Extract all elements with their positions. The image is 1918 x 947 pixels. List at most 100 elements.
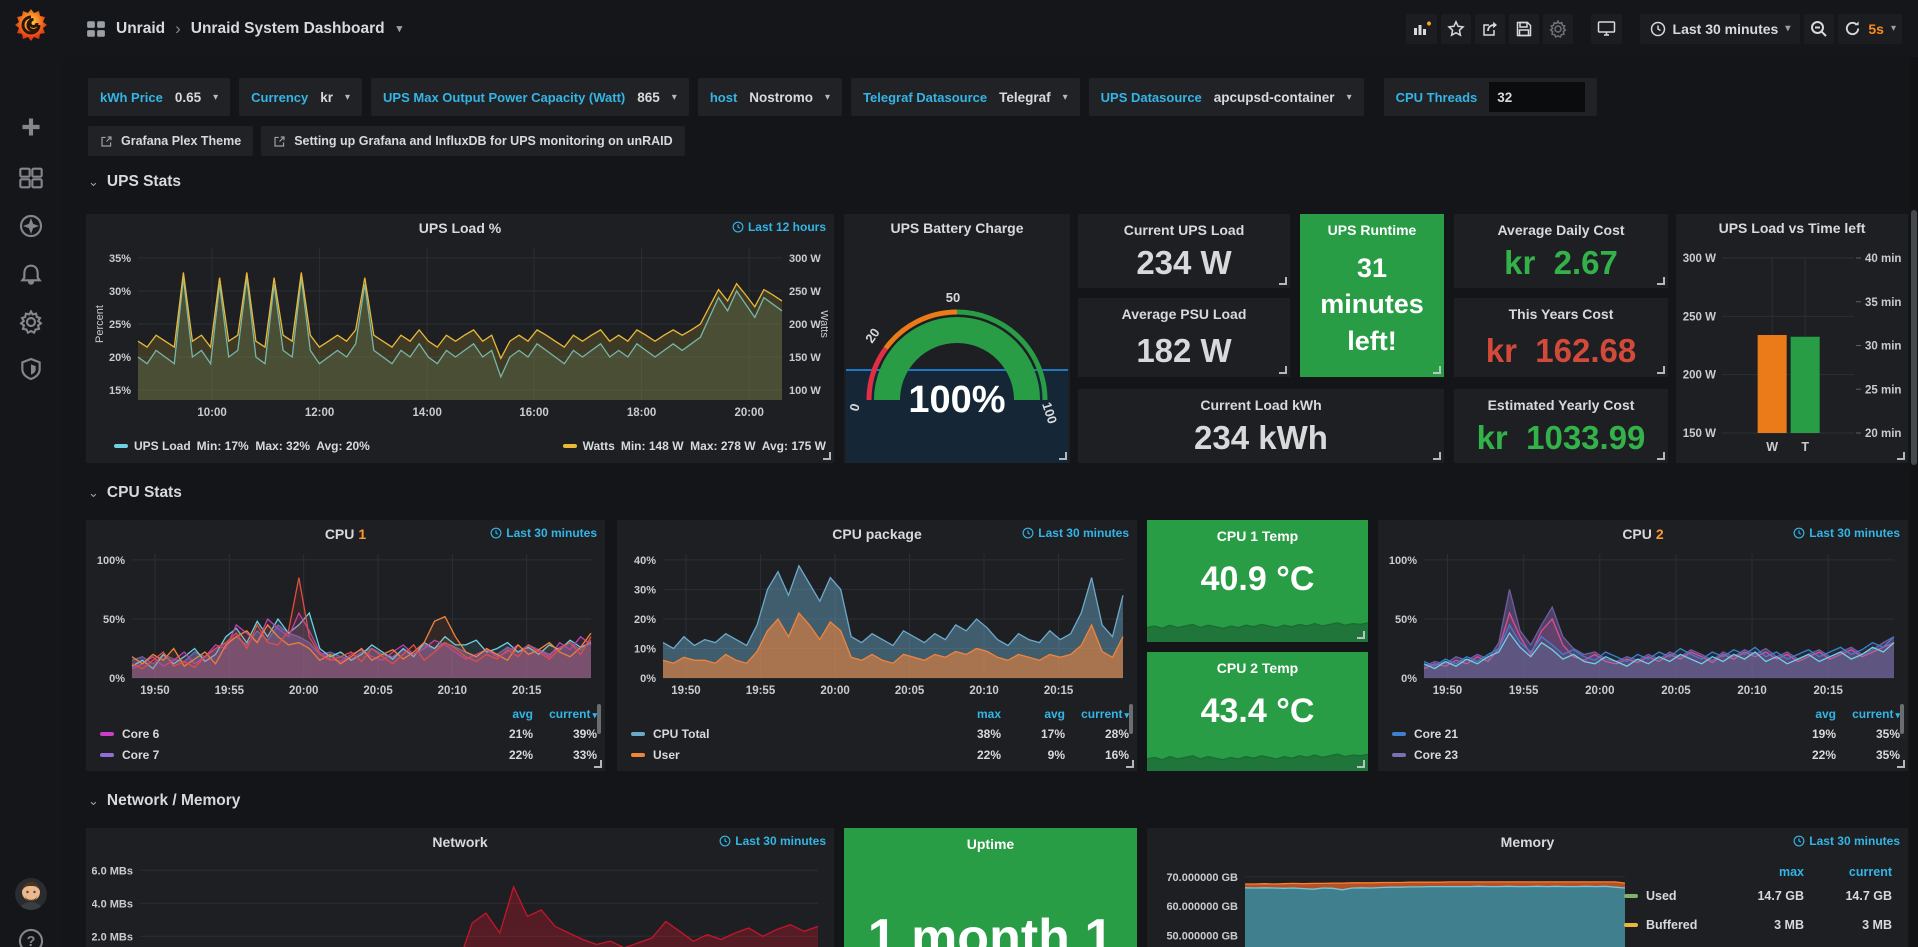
breadcrumb-current[interactable]: Unraid System Dashboard <box>191 20 385 38</box>
legend-item-ups-load[interactable]: UPS Load Min: 17% Max: 32% Avg: 20% <box>114 439 370 453</box>
dashboards-icon[interactable] <box>17 164 45 192</box>
svg-text:250 W: 250 W <box>1683 311 1716 323</box>
panel-title[interactable]: Average PSU Load <box>1078 298 1290 324</box>
legend-item-watts[interactable]: Watts Min: 148 W Max: 278 W Avg: 175 W <box>563 439 826 453</box>
legend-header-max[interactable]: max <box>1716 865 1804 879</box>
panel-time-override[interactable]: Last 12 hours <box>732 220 826 234</box>
section-ups-stats[interactable]: ⌄ UPS Stats <box>88 173 181 191</box>
panel-time-override[interactable]: Last 30 minutes <box>1793 834 1900 848</box>
legend-series[interactable]: CPU Total <box>631 727 937 741</box>
cpu-threads-input[interactable] <box>1489 82 1585 112</box>
clock-icon <box>490 527 502 539</box>
refresh-interval-label[interactable]: 5s <box>1868 21 1884 37</box>
panel-title[interactable]: UPS Load vs Time left <box>1676 214 1908 242</box>
panel-title[interactable]: CPU 1 Temp <box>1147 520 1368 546</box>
link-ups-monitoring-guide[interactable]: Setting up Grafana and InfluxDB for UPS … <box>261 126 684 156</box>
user-avatar[interactable] <box>15 878 47 910</box>
legend-series[interactable]: Core 6 <box>100 727 469 741</box>
panel-title[interactable]: Uptime <box>844 828 1137 854</box>
legend-header-current[interactable]: current▾ <box>1836 707 1900 721</box>
page-scrollbar-thumb[interactable] <box>1911 210 1917 465</box>
legend-scrollbar[interactable] <box>1900 704 1904 734</box>
gauge-tick-20: 20 <box>862 325 883 345</box>
legend-series[interactable]: Core 21 <box>1392 727 1772 741</box>
panel-time-override[interactable]: Last 30 minutes <box>1022 526 1129 540</box>
cpu-package-chart[interactable]: 0%10%20%30%40%19:5019:5520:0020:0520:102… <box>623 548 1131 698</box>
legend-scrollbar[interactable] <box>1129 704 1133 734</box>
legend-header-current[interactable]: current▾ <box>533 707 597 721</box>
link-grafana-plex-theme[interactable]: Grafana Plex Theme <box>88 126 253 156</box>
svg-text:20:05: 20:05 <box>895 685 925 697</box>
grafana-logo-icon[interactable] <box>12 6 50 44</box>
variable-currency[interactable]: Currency kr ▾ <box>239 78 362 116</box>
panel-title[interactable]: Estimated Yearly Cost <box>1454 389 1668 415</box>
svg-text:19:50: 19:50 <box>1433 685 1462 697</box>
legend-series[interactable]: Buffered <box>1624 918 1716 932</box>
refresh-caret-icon[interactable]: ▾ <box>1891 23 1896 34</box>
legend-header-current[interactable]: current▾ <box>1065 707 1129 721</box>
legend-header-max[interactable]: max <box>937 707 1001 721</box>
help-icon[interactable]: ? <box>17 927 45 947</box>
stat-value: 1 month 1 <box>844 908 1137 947</box>
configuration-gear-icon[interactable] <box>17 308 45 336</box>
server-admin-shield-icon[interactable] <box>17 355 45 383</box>
ups-load-chart[interactable]: 15%20%25%30%35%100 W150 W200 W250 W300 W… <box>92 242 828 420</box>
variable-ups-max-watt[interactable]: UPS Max Output Power Capacity (Watt) 865… <box>371 78 689 116</box>
svg-text:19:50: 19:50 <box>671 685 700 697</box>
ups-vs-time-chart[interactable]: 150 W200 W250 W300 W20 min25 min30 min35… <box>1676 242 1908 463</box>
panel-cpu1-temp: CPU 1 Temp 40.9 °C <box>1147 520 1368 642</box>
legend-value: 17% <box>1001 727 1065 741</box>
legend-series[interactable]: Used <box>1624 889 1716 903</box>
alerting-bell-icon[interactable] <box>17 261 45 289</box>
panel-title[interactable]: Average Daily Cost <box>1454 214 1668 240</box>
legend-series[interactable]: Core 23 <box>1392 748 1772 762</box>
legend-header-avg[interactable]: avg <box>1772 707 1836 721</box>
dashboard-caret-icon[interactable]: ▾ <box>397 22 403 35</box>
legend-scrollbar[interactable] <box>597 704 601 734</box>
panel-title[interactable]: UPS Load % <box>86 214 834 242</box>
star-button[interactable] <box>1441 14 1471 44</box>
legend-series[interactable]: User <box>631 748 937 762</box>
zoom-out-button[interactable] <box>1804 14 1834 44</box>
legend-row: User 22% 9% 16% <box>631 744 1129 765</box>
legend-series[interactable]: Core 7 <box>100 748 469 762</box>
network-chart[interactable]: 2.0 MBs4.0 MBs6.0 MBs <box>92 856 828 947</box>
panel-time-override[interactable]: Last 30 minutes <box>1793 526 1900 540</box>
share-button[interactable] <box>1475 14 1505 44</box>
panel-title[interactable]: Current UPS Load <box>1078 214 1290 240</box>
section-cpu-stats[interactable]: ⌄ CPU Stats <box>88 484 182 502</box>
variable-ups-datasource[interactable]: UPS Datasource apcupsd-container ▾ <box>1089 78 1364 116</box>
cpu2-chart[interactable]: 0%50%100%19:5019:5520:0020:0520:1020:15 <box>1384 548 1902 698</box>
refresh-button[interactable]: 5s ▾ <box>1838 14 1902 44</box>
panel-title[interactable]: UPS Runtime <box>1300 214 1444 240</box>
legend-header-avg[interactable]: avg <box>1001 707 1065 721</box>
panel-time-override[interactable]: Last 30 minutes <box>490 526 597 540</box>
battery-gauge[interactable]: 0 20 50 100 100% <box>844 242 1070 463</box>
explore-icon[interactable] <box>17 212 45 240</box>
panel-title[interactable]: UPS Battery Charge <box>844 214 1070 242</box>
panel-network: Network Last 30 minutes 2.0 MBs4.0 MBs6.… <box>86 828 834 947</box>
save-button[interactable] <box>1509 14 1539 44</box>
panel-title[interactable]: CPU 2 Temp <box>1147 652 1368 678</box>
add-panel-button[interactable] <box>1406 14 1437 44</box>
memory-chart[interactable]: 50.000000 GB60.000000 GB70.000000 GB <box>1153 856 1631 947</box>
kiosk-monitor-button[interactable] <box>1591 14 1622 44</box>
variable-telegraf-datasource[interactable]: Telegraf Datasource Telegraf ▾ <box>851 78 1080 116</box>
page-scrollbar[interactable] <box>1910 0 1918 947</box>
section-network-memory[interactable]: ⌄ Network / Memory <box>88 792 240 810</box>
svg-text:70.000000 GB: 70.000000 GB <box>1166 872 1238 884</box>
variable-host[interactable]: host Nostromo ▾ <box>698 78 842 116</box>
create-icon[interactable] <box>17 113 45 141</box>
panel-title[interactable]: This Years Cost <box>1454 298 1668 324</box>
panel-title[interactable]: Current Load kWh <box>1078 389 1444 415</box>
legend-value: 19% <box>1772 727 1836 741</box>
cpu1-chart[interactable]: 0%50%100%19:5019:5520:0020:0520:1020:15 <box>92 548 599 698</box>
breadcrumb-root[interactable]: Unraid <box>116 20 165 38</box>
legend-header-current[interactable]: current <box>1804 865 1892 879</box>
time-range-picker[interactable]: Last 30 minutes ▾ <box>1640 14 1801 44</box>
variable-kwh-price[interactable]: kWh Price 0.65 ▾ <box>88 78 230 116</box>
svg-text:0%: 0% <box>1401 673 1417 685</box>
panel-time-override[interactable]: Last 30 minutes <box>719 834 826 848</box>
dashboard-settings-button[interactable] <box>1543 14 1573 44</box>
legend-header-avg[interactable]: avg <box>469 707 533 721</box>
